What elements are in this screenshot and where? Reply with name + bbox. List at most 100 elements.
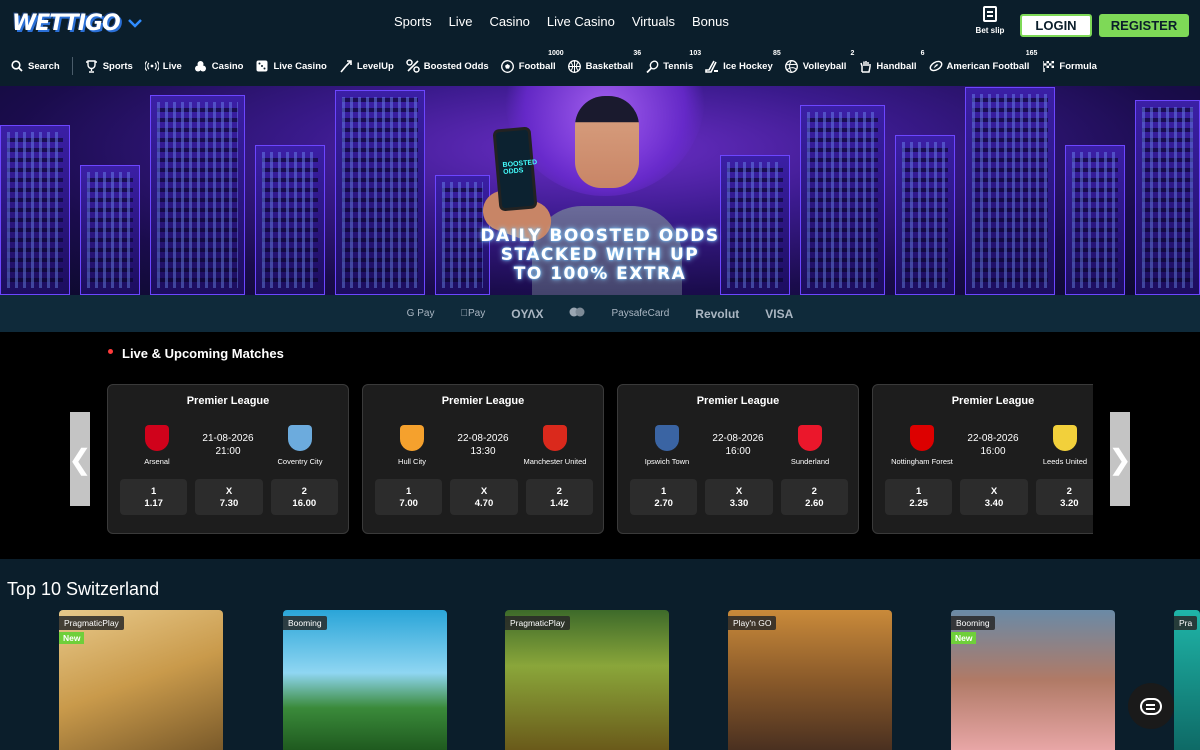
odd-away[interactable]: 2 2.60 bbox=[780, 479, 848, 515]
odd-draw[interactable]: X 3.40 bbox=[960, 479, 1028, 515]
chevron-down-icon[interactable] bbox=[127, 16, 142, 30]
category-label: Tennis bbox=[663, 60, 694, 72]
banner-line: DAILY BOOSTED ODDS bbox=[480, 226, 720, 246]
category-label: Boosted Odds bbox=[423, 60, 489, 72]
category-levelup[interactable]: LevelUp bbox=[339, 59, 394, 73]
paysafecard-logo: PaysafeCard bbox=[607, 308, 669, 319]
category-label: Formula bbox=[1059, 60, 1097, 72]
category-count: 2 bbox=[850, 50, 855, 57]
category-live[interactable]: Live bbox=[144, 59, 182, 73]
category-volleyball[interactable]: Volleyball 2 bbox=[785, 50, 854, 73]
phone-text: BOOSTED ODDS bbox=[502, 159, 538, 177]
league-name: Premier League bbox=[696, 395, 780, 407]
top10-section: Top 10 Switzerland PragmaticPlay New Boo… bbox=[0, 559, 1200, 750]
match-card[interactable]: Premier League 21-08-2026 21:00 Arsenal C… bbox=[107, 384, 349, 534]
odd-draw[interactable]: X 7.30 bbox=[195, 479, 263, 515]
hockey-icon bbox=[705, 59, 719, 73]
tennis-icon bbox=[645, 59, 659, 73]
visa-logo: VISA bbox=[761, 306, 793, 321]
nav-live-casino[interactable]: Live Casino bbox=[547, 14, 615, 29]
category-count: 85 bbox=[772, 50, 781, 57]
odds-row: 1 7.00 X 4.70 2 1.42 bbox=[375, 479, 593, 515]
search-icon bbox=[10, 59, 24, 73]
away-team-crest-icon bbox=[288, 425, 312, 451]
odd-home[interactable]: 1 7.00 bbox=[375, 479, 443, 515]
category-american-football[interactable]: American Football 165 bbox=[929, 50, 1037, 73]
category-label: Handball bbox=[876, 60, 917, 72]
top-header: WETTIGO Sports Live Casino Live Casino V… bbox=[0, 0, 1200, 46]
match-card[interactable]: Premier League 22-08-2026 13:30 Hull City… bbox=[362, 384, 604, 534]
category-handball[interactable]: Handball 6 bbox=[858, 50, 925, 73]
match-card[interactable]: Premier League 22-08-2026 16:00 Ipswich T… bbox=[617, 384, 859, 534]
category-tennis[interactable]: Tennis 103 bbox=[645, 50, 701, 73]
away-team: Sunderland bbox=[790, 457, 830, 466]
game-tile[interactable]: Play'n GO bbox=[728, 610, 892, 750]
category-sports[interactable]: Sports bbox=[85, 59, 133, 73]
odds-row: 1 1.17 X 7.30 2 16.00 bbox=[120, 479, 338, 515]
home-team: Ipswich Town bbox=[644, 457, 690, 466]
banner-phone: BOOSTED ODDS bbox=[492, 126, 538, 212]
category-ice-hockey[interactable]: Ice Hockey 85 bbox=[705, 50, 781, 73]
live-icon bbox=[144, 59, 159, 73]
game-tile[interactable]: PragmaticPlay New bbox=[59, 610, 223, 750]
chat-icon bbox=[1140, 697, 1162, 715]
odd-home[interactable]: 1 2.70 bbox=[630, 479, 698, 515]
league-name: Premier League bbox=[186, 395, 270, 407]
american-football-icon bbox=[929, 59, 943, 73]
category-formula[interactable]: Formula bbox=[1041, 59, 1097, 73]
category-label: Basketball bbox=[585, 60, 634, 72]
away-team-crest-icon bbox=[798, 425, 822, 451]
category-search[interactable]: Search bbox=[10, 59, 60, 73]
carousel-prev-button[interactable]: ❮ bbox=[68, 412, 92, 506]
odd-away[interactable]: 2 16.00 bbox=[270, 479, 338, 515]
game-tile[interactable]: Pra bbox=[1174, 610, 1200, 750]
divider bbox=[71, 57, 73, 75]
match-card[interactable]: Premier League 22-08-2026 16:00 Nottingha… bbox=[872, 384, 1093, 534]
nav-sports[interactable]: Sports bbox=[394, 14, 432, 29]
category-live-casino[interactable]: Live Casino bbox=[255, 59, 327, 73]
logo[interactable]: WETTIGO bbox=[12, 8, 142, 38]
category-label: Ice Hockey bbox=[723, 60, 773, 72]
section-title: Top 10 Switzerland bbox=[7, 579, 160, 599]
category-football[interactable]: Football 1000 bbox=[501, 50, 564, 73]
game-tile[interactable]: Booming bbox=[283, 610, 447, 750]
game-provider: PragmaticPlay bbox=[59, 616, 124, 630]
login-button[interactable]: LOGIN bbox=[1020, 14, 1092, 37]
category-count: 36 bbox=[633, 50, 642, 57]
football-icon bbox=[501, 59, 515, 73]
betslip-button[interactable]: Bet slip bbox=[972, 6, 1008, 35]
match-datetime: 21-08-2026 21:00 bbox=[202, 433, 254, 457]
nav-casino[interactable]: Casino bbox=[489, 14, 529, 29]
volleyball-icon bbox=[785, 59, 799, 73]
odd-draw[interactable]: X 4.70 bbox=[450, 479, 518, 515]
category-basketball[interactable]: Basketball 36 bbox=[568, 50, 641, 73]
odd-away[interactable]: 2 1.42 bbox=[525, 479, 593, 515]
category-casino[interactable]: Casino bbox=[194, 59, 243, 73]
levelup-icon bbox=[339, 59, 353, 73]
logo-text: WETTIGO bbox=[12, 10, 121, 36]
odd-away[interactable]: 2 3.20 bbox=[1035, 479, 1093, 515]
trophy-icon bbox=[85, 59, 99, 73]
game-tile[interactable]: Booming New bbox=[951, 610, 1115, 750]
odd-draw[interactable]: X 3.30 bbox=[705, 479, 773, 515]
crypto-logo: ОΥΛΧ bbox=[507, 306, 543, 321]
nav-virtuals[interactable]: Virtuals bbox=[632, 14, 675, 29]
register-button[interactable]: REGISTER bbox=[1099, 14, 1189, 37]
game-tile[interactable]: PragmaticPlay bbox=[505, 610, 669, 750]
chat-button[interactable] bbox=[1128, 683, 1174, 729]
mastercard-logo bbox=[569, 307, 585, 320]
casino-icon bbox=[194, 59, 208, 73]
category-boosted-odds[interactable]: Boosted Odds bbox=[406, 59, 489, 73]
nav-bonus[interactable]: Bonus bbox=[692, 14, 729, 29]
league-name: Premier League bbox=[441, 395, 525, 407]
carousel-next-button[interactable]: ❯ bbox=[1108, 412, 1132, 506]
nav-live[interactable]: Live bbox=[449, 14, 473, 29]
odd-home[interactable]: 1 1.17 bbox=[120, 479, 188, 515]
game-provider: Booming bbox=[951, 616, 995, 630]
game-provider: Booming bbox=[283, 616, 327, 630]
banner-line: TO 100% EXTRA bbox=[513, 264, 687, 284]
payment-methods: G Pay Pay ОΥΛΧ PaysafeCard Revolut VISA bbox=[0, 295, 1200, 332]
odd-home[interactable]: 1 2.25 bbox=[885, 479, 953, 515]
promo-banner[interactable]: BOOSTED ODDS DAILY BOOSTED ODDS STACKED … bbox=[0, 86, 1200, 295]
betslip-label: Bet slip bbox=[975, 26, 1005, 35]
